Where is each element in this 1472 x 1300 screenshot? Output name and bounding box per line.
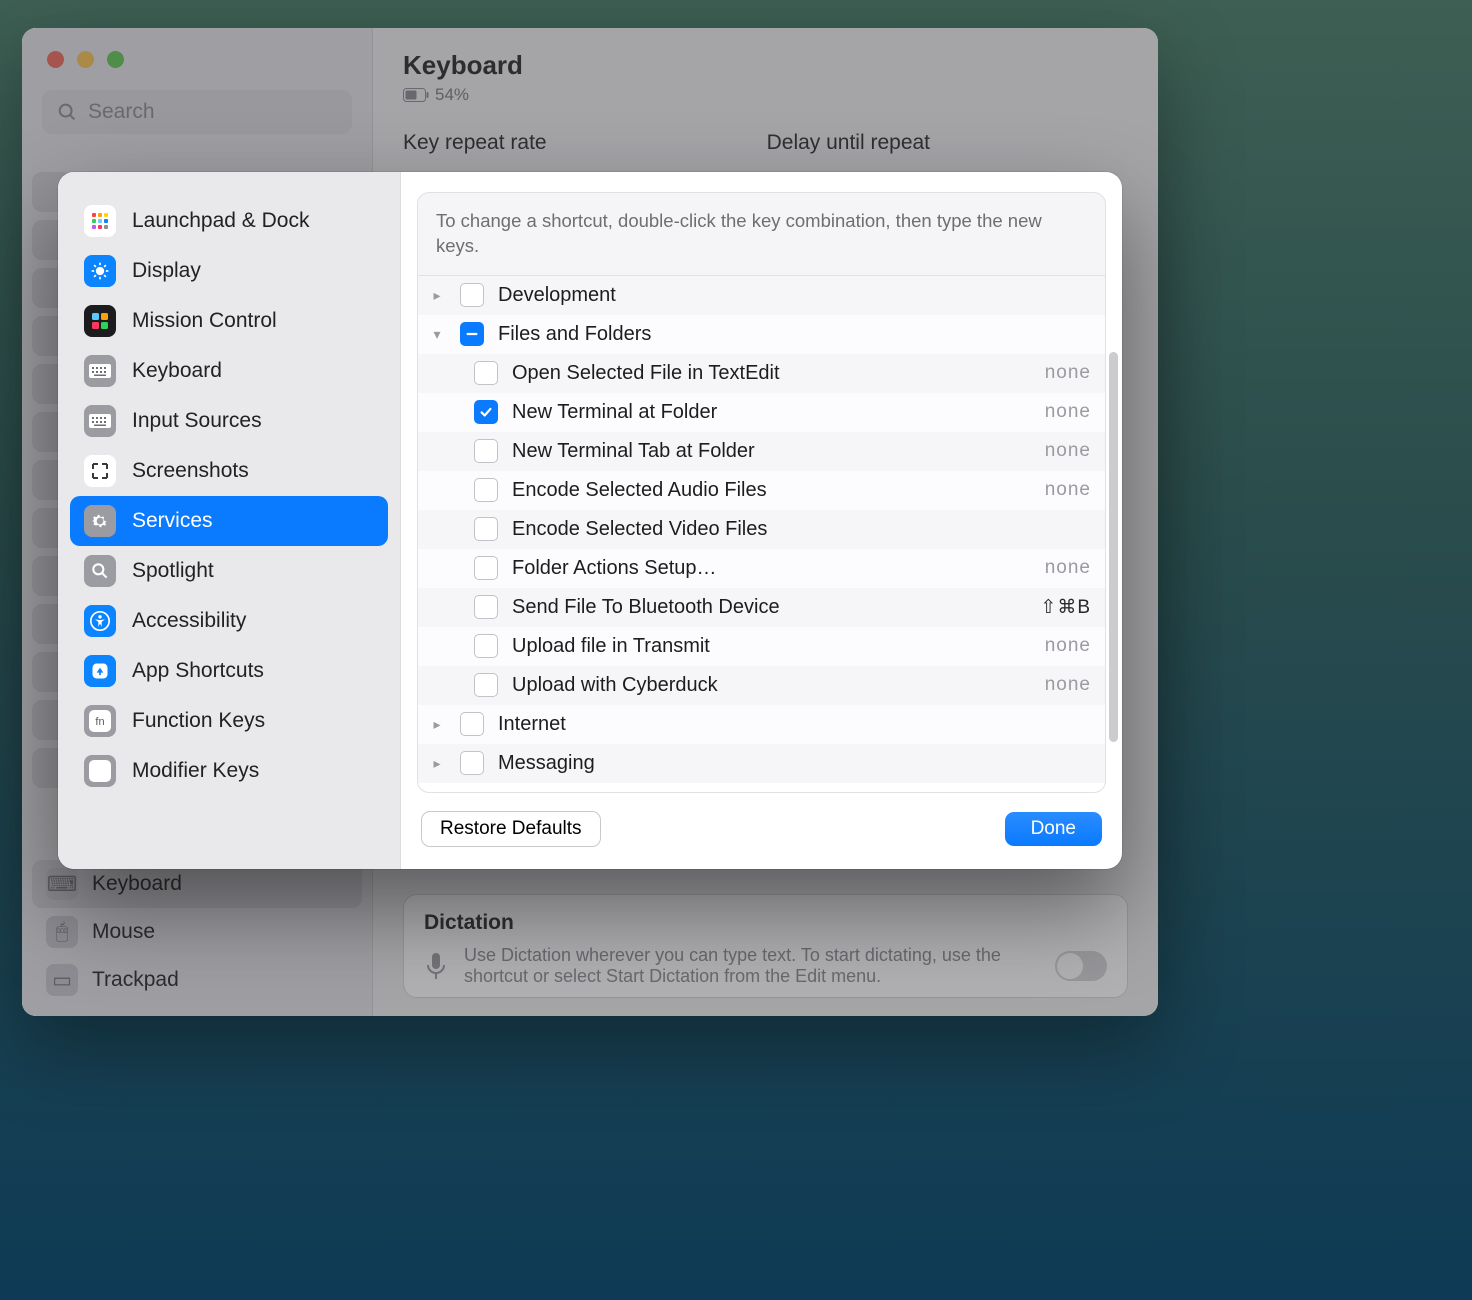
checkbox[interactable]	[474, 595, 498, 619]
shortcut-row[interactable]: Folder Actions Setup… none	[418, 549, 1105, 588]
fn-icon: fn	[84, 705, 116, 737]
sidebar-item-mission-control[interactable]: Mission Control	[70, 296, 388, 346]
checkbox[interactable]	[460, 712, 484, 736]
restore-defaults-button[interactable]: Restore Defaults	[421, 811, 601, 847]
shortcut-value[interactable]: none	[1045, 479, 1091, 501]
shortcut-value[interactable]: none	[1045, 557, 1091, 579]
sun-icon	[84, 255, 116, 287]
shortcut-row[interactable]: New Terminal at Folder none	[418, 393, 1105, 432]
shortcut-group-row[interactable]: ▸ Messaging	[418, 744, 1105, 783]
kb-icon	[84, 405, 116, 437]
shortcut-label: Messaging	[498, 752, 1091, 775]
shortcut-row[interactable]: New Terminal Tab at Folder none	[418, 432, 1105, 471]
shortcut-row[interactable]: Encode Selected Audio Files none	[418, 471, 1105, 510]
kb-icon	[84, 355, 116, 387]
shortcut-group-row[interactable]: ▸ Development	[418, 276, 1105, 315]
gears-icon	[84, 505, 116, 537]
done-button[interactable]: Done	[1005, 812, 1102, 846]
sidebar-item-input-sources[interactable]: Input Sources	[70, 396, 388, 446]
chevron-down-icon[interactable]: ▾	[428, 326, 446, 343]
shortcut-label: Upload file in Transmit	[512, 635, 1031, 658]
shortcut-group-row[interactable]: ▾ Files and Folders	[418, 315, 1105, 354]
modal-sidebar: Launchpad & Dock Display Mission Control Ke…	[58, 172, 401, 869]
sidebar-item-label: Input Sources	[132, 409, 262, 433]
sidebar-item-screenshots[interactable]: Screenshots	[70, 446, 388, 496]
checkbox[interactable]	[460, 751, 484, 775]
checkbox[interactable]	[474, 556, 498, 580]
ss-icon	[84, 455, 116, 487]
sidebar-item-accessibility[interactable]: Accessibility	[70, 596, 388, 646]
chevron-right-icon[interactable]: ▸	[428, 755, 446, 772]
sidebar-item-app-shortcuts[interactable]: App Shortcuts	[70, 646, 388, 696]
chevron-right-icon[interactable]: ▸	[428, 716, 446, 733]
shortcut-label: Open Selected File in TextEdit	[512, 362, 1031, 385]
sidebar-item-label: Accessibility	[132, 609, 246, 633]
sidebar-item-launchpad[interactable]: Launchpad & Dock	[70, 196, 388, 246]
shortcut-value[interactable]: ⇧⌘B	[1040, 596, 1091, 619]
checkbox[interactable]	[474, 478, 498, 502]
shortcut-label: Send File To Bluetooth Device	[512, 596, 1026, 619]
mc-icon	[84, 305, 116, 337]
shortcut-label: New Terminal at Folder	[512, 401, 1031, 424]
sidebar-item-label: Modifier Keys	[132, 759, 259, 783]
shortcut-row[interactable]: Open Selected File in TextEdit none	[418, 354, 1105, 393]
sidebar-item-services[interactable]: Services	[70, 496, 388, 546]
sidebar-item-function-keys[interactable]: fn Function Keys	[70, 696, 388, 746]
sidebar-item-label: App Shortcuts	[132, 659, 264, 683]
grid-icon	[84, 205, 116, 237]
sidebar-item-label: Screenshots	[132, 459, 249, 483]
shortcut-row[interactable]: Upload file in Transmit none	[418, 627, 1105, 666]
checkbox[interactable]	[474, 517, 498, 541]
shortcut-label: Development	[498, 284, 1091, 307]
sidebar-item-label: Launchpad & Dock	[132, 209, 309, 233]
modal-scrollbar[interactable]	[1109, 352, 1118, 742]
shortcut-row[interactable]: Encode Selected Video Files	[418, 510, 1105, 549]
shortcut-row[interactable]: Upload with Cyberduck none	[418, 666, 1105, 705]
up-icon	[84, 755, 116, 787]
shortcut-value[interactable]: none	[1045, 674, 1091, 696]
sidebar-item-label: Mission Control	[132, 309, 277, 333]
sidebar-item-label: Spotlight	[132, 559, 214, 583]
sidebar-item-label: Keyboard	[132, 359, 222, 383]
shortcut-label: Files and Folders	[498, 323, 1091, 346]
checkbox[interactable]	[474, 634, 498, 658]
shortcut-label: Folder Actions Setup…	[512, 557, 1031, 580]
shortcut-label: Upload with Cyberduck	[512, 674, 1031, 697]
shortcut-group-row[interactable]: ▸ Internet	[418, 705, 1105, 744]
shortcut-label: Encode Selected Video Files	[512, 518, 1091, 541]
checkbox[interactable]	[474, 673, 498, 697]
shortcut-list: ▸ Development ▾ Files and Folders Open Selec…	[417, 276, 1106, 793]
app-icon	[84, 655, 116, 687]
svg-text:fn: fn	[95, 716, 104, 728]
sidebar-item-label: Display	[132, 259, 201, 283]
shortcut-value[interactable]: none	[1045, 635, 1091, 657]
sidebar-item-keyboard[interactable]: Keyboard	[70, 346, 388, 396]
checkbox[interactable]	[474, 439, 498, 463]
checkbox[interactable]	[460, 283, 484, 307]
acc-icon	[84, 605, 116, 637]
shortcut-value[interactable]: none	[1045, 440, 1091, 462]
shortcut-row[interactable]: Send File To Bluetooth Device ⇧⌘B	[418, 588, 1105, 627]
sidebar-item-label: Services	[132, 509, 213, 533]
checkbox[interactable]	[474, 361, 498, 385]
sidebar-item-label: Function Keys	[132, 709, 265, 733]
sidebar-item-spotlight[interactable]: Spotlight	[70, 546, 388, 596]
chevron-right-icon[interactable]: ▸	[428, 287, 446, 304]
sidebar-item-modifier-keys[interactable]: Modifier Keys	[70, 746, 388, 796]
shortcuts-modal: Launchpad & Dock Display Mission Control Ke…	[58, 172, 1122, 869]
shortcut-label: Internet	[498, 713, 1091, 736]
search-icon	[84, 555, 116, 587]
modal-main: To change a shortcut, double-click the k…	[401, 172, 1122, 869]
modal-instruction: To change a shortcut, double-click the k…	[417, 192, 1106, 276]
shortcut-label: Encode Selected Audio Files	[512, 479, 1031, 502]
shortcut-label: New Terminal Tab at Folder	[512, 440, 1031, 463]
checkbox-mixed[interactable]	[460, 322, 484, 346]
shortcut-value[interactable]: none	[1045, 401, 1091, 423]
shortcut-value[interactable]: none	[1045, 362, 1091, 384]
checkbox[interactable]	[474, 400, 498, 424]
sidebar-item-display[interactable]: Display	[70, 246, 388, 296]
